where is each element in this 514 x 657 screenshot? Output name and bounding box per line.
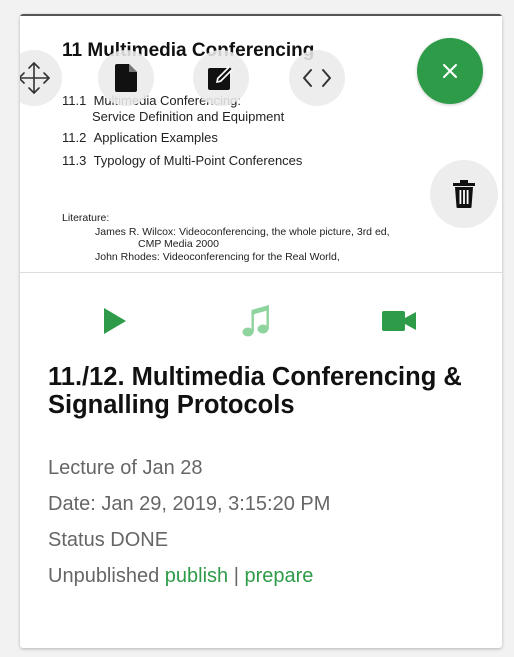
link-separator: | [233, 565, 239, 587]
delete-button[interactable] [430, 160, 498, 228]
lecture-card: 11 Multimedia Conferencing 11.1 Multimed… [20, 14, 502, 648]
slide-item: 11.3 Typology of Multi-Point Conferences [62, 153, 303, 168]
edit-icon [208, 66, 233, 90]
lecture-status: Status DONE [48, 529, 169, 551]
lecture-title: 11./12. Multimedia Conferencing & Signal… [48, 363, 462, 419]
audio-button[interactable] [242, 304, 270, 338]
slide-literature-line: John Rhodes: Videoconferencing for the R… [95, 251, 340, 263]
slide-item: 11.2 Application Examples [62, 130, 218, 145]
embed-code-button[interactable] [289, 50, 345, 106]
close-x-icon [443, 64, 457, 78]
publish-state: Unpublished [48, 565, 160, 587]
slide-literature-label: Literature: [62, 212, 110, 224]
play-button[interactable] [104, 308, 126, 334]
edit-button[interactable] [193, 50, 249, 106]
slide-thumbnail[interactable]: 11 Multimedia Conferencing 11.1 Multimed… [20, 16, 502, 273]
slide-literature-line: CMP Media 2000 [138, 238, 219, 250]
lecture-subtitle: Lecture of Jan 28 [48, 457, 203, 479]
move-button[interactable] [20, 50, 62, 106]
publish-row: Unpublished publish | prepare [48, 565, 313, 588]
trash-icon [453, 180, 475, 208]
publish-link[interactable]: publish [165, 565, 228, 587]
slide-literature-line: James R. Wilcox: Videoconferencing, the … [95, 226, 390, 238]
slide-item: Service Definition and Equipment [92, 109, 285, 124]
code-brackets-icon [303, 69, 331, 87]
document-button[interactable] [98, 50, 154, 106]
close-button[interactable] [417, 38, 483, 104]
document-icon [115, 64, 137, 92]
move-arrows-icon [20, 62, 50, 94]
lecture-date: Date: Jan 29, 2019, 3:15:20 PM [48, 493, 331, 515]
prepare-link[interactable]: prepare [244, 565, 313, 587]
play-icon [104, 308, 126, 334]
slide-heading: 11 Multimedia Conferencing [62, 40, 315, 61]
video-button[interactable] [382, 311, 416, 331]
video-camera-icon [382, 311, 416, 331]
music-note-icon [242, 305, 269, 337]
media-actions [20, 304, 502, 342]
